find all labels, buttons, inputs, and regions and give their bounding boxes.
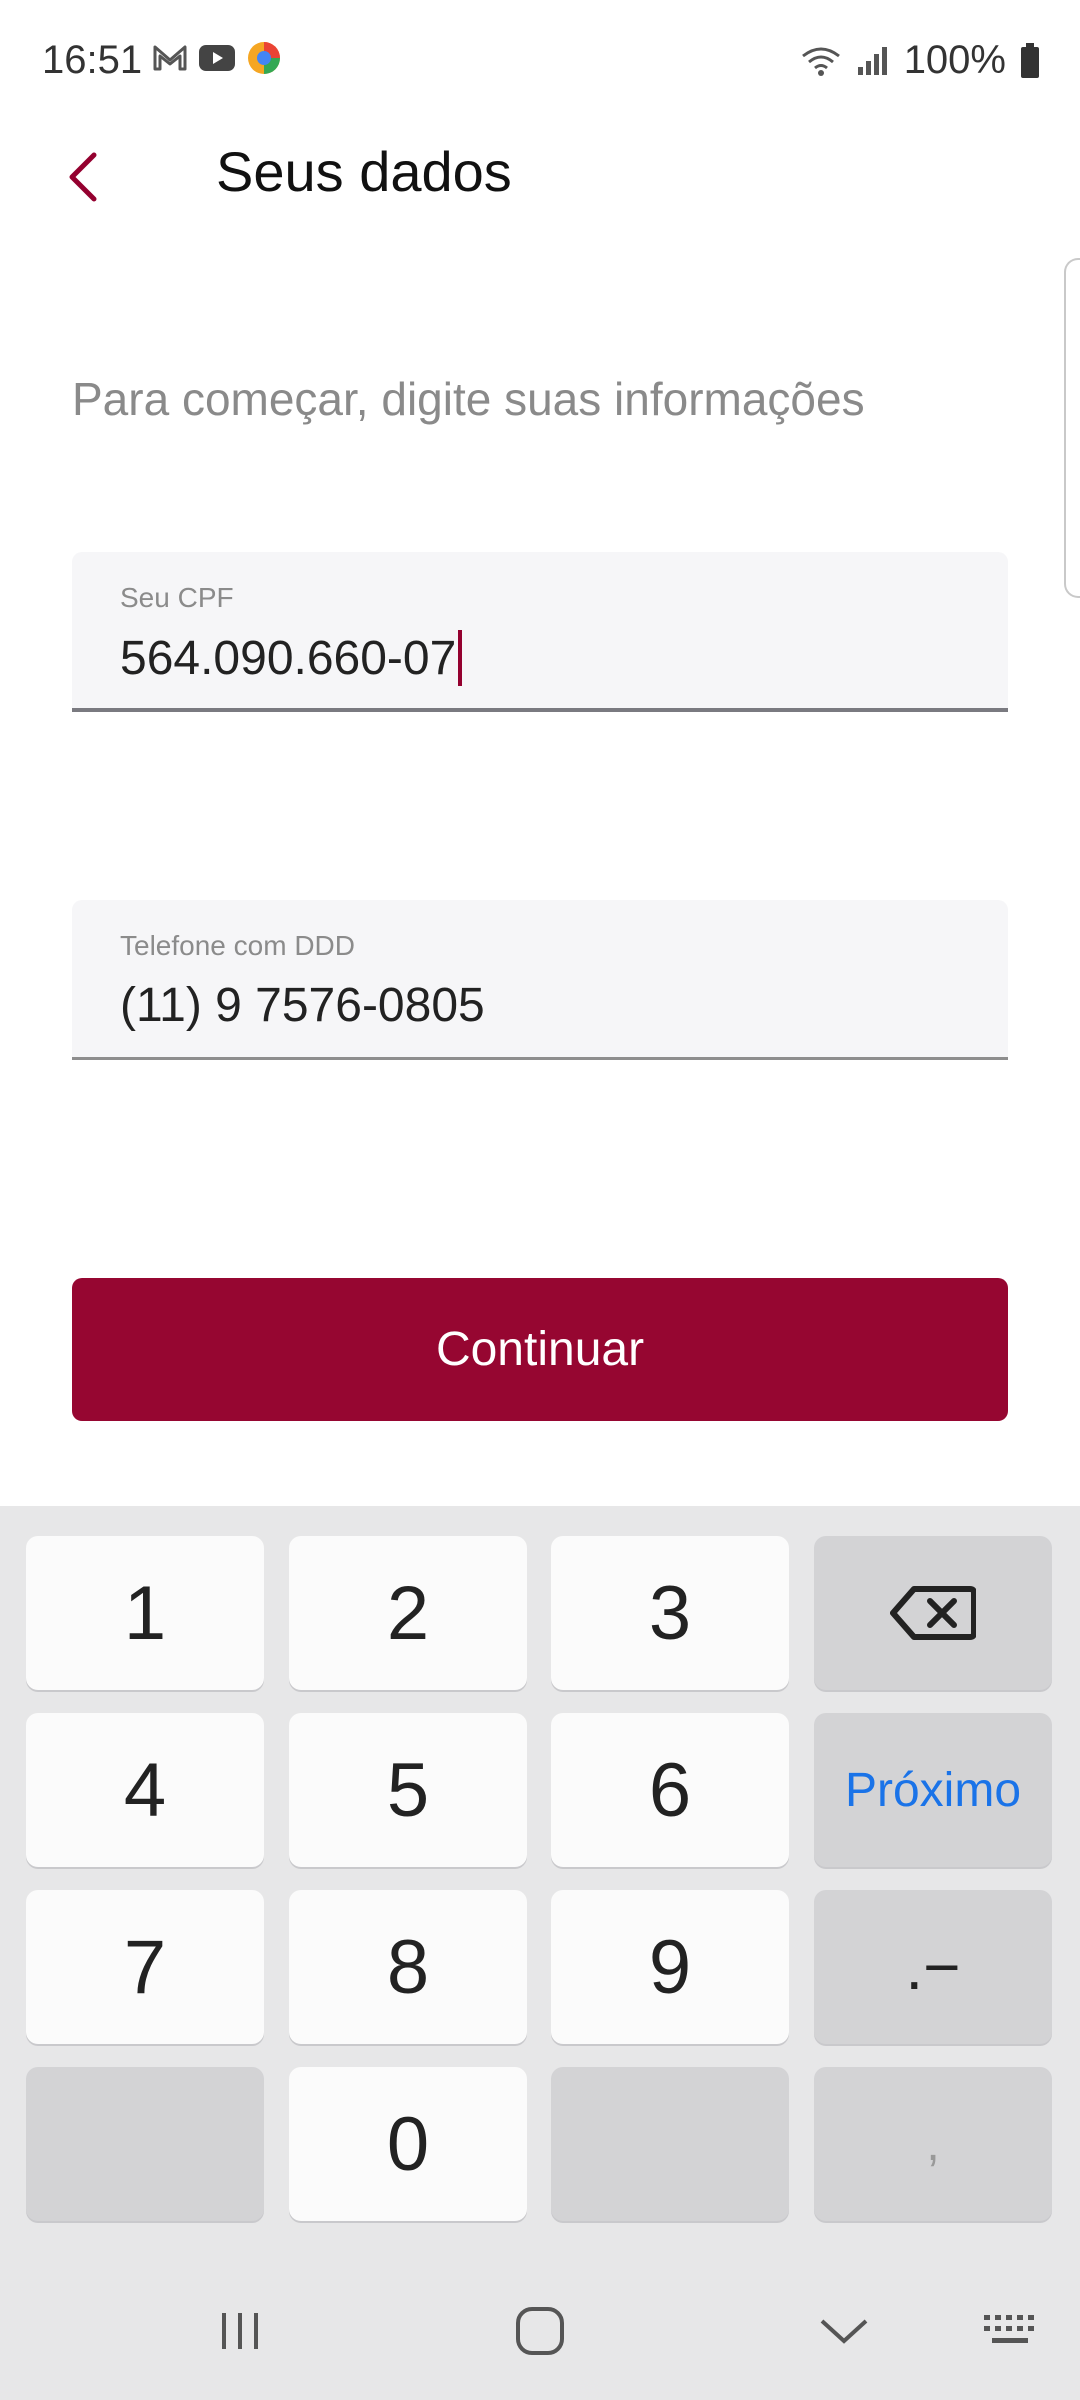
status-right: 100% xyxy=(800,38,1040,83)
key-6[interactable]: 6 xyxy=(551,1713,789,1867)
cpf-label: Seu CPF xyxy=(120,582,234,613)
recents-button[interactable] xyxy=(200,2296,280,2366)
empty-key-right xyxy=(551,2067,789,2221)
phone-field[interactable]: Telefone com DDD (11) 9 7576-0805 xyxy=(72,900,1008,1060)
key-8[interactable]: 8 xyxy=(289,1890,527,2044)
text-caret xyxy=(458,630,463,686)
key-9[interactable]: 9 xyxy=(551,1890,789,2044)
cpf-input-value: 564.090.660-07 xyxy=(120,631,457,685)
back-button[interactable] xyxy=(50,145,114,209)
punctuation-key[interactable]: .− xyxy=(814,1890,1052,2044)
gmail-icon xyxy=(153,45,187,71)
cpf-value-wrap: 564.090.660-07 xyxy=(120,630,463,686)
cpf-field[interactable]: Seu CPF 564.090.660-07 xyxy=(72,552,1008,712)
backspace-icon xyxy=(890,1586,976,1640)
next-key-label: Próximo xyxy=(844,1763,1022,1817)
app-bar: Seus dados xyxy=(0,125,1080,225)
chevron-left-icon xyxy=(69,152,97,202)
navigation-bar xyxy=(0,2266,1080,2400)
home-button[interactable] xyxy=(500,2296,580,2366)
phone-label: Telefone com DDD xyxy=(120,930,355,961)
wifi-icon xyxy=(801,47,840,76)
cpf-underline xyxy=(72,708,1008,712)
hide-keyboard-button[interactable] xyxy=(804,2296,884,2366)
keyboard-switch-button[interactable] xyxy=(970,2296,1050,2366)
key-3[interactable]: 3 xyxy=(551,1536,789,1690)
battery-icon xyxy=(1021,42,1039,78)
continue-button[interactable]: Continuar xyxy=(72,1278,1008,1421)
youtube-icon xyxy=(199,45,235,71)
scroll-indicator xyxy=(1064,258,1080,598)
backspace-key[interactable] xyxy=(814,1536,1052,1690)
battery-percent: 100% xyxy=(903,38,1006,82)
form-subtitle: Para começar, digite suas informações xyxy=(72,373,865,425)
phone-input-value: (11) 9 7576-0805 xyxy=(120,979,485,1032)
comma-key[interactable]: , xyxy=(814,2067,1052,2221)
key-7[interactable]: 7 xyxy=(26,1890,264,2044)
page-title: Seus dados xyxy=(216,140,512,203)
home-icon xyxy=(516,2307,564,2355)
next-key[interactable]: Próximo xyxy=(814,1713,1052,1867)
phone-underline xyxy=(72,1057,1008,1060)
signal-icon xyxy=(857,46,887,75)
key-5[interactable]: 5 xyxy=(289,1713,527,1867)
chevron-down-icon xyxy=(820,2319,868,2344)
empty-key-left xyxy=(26,2067,264,2221)
app-icon xyxy=(248,42,280,74)
key-0[interactable]: 0 xyxy=(289,2067,527,2221)
status-bar: 16:51 100% xyxy=(0,0,1080,125)
key-1[interactable]: 1 xyxy=(26,1536,264,1690)
key-2[interactable]: 2 xyxy=(289,1536,527,1690)
recents-icon xyxy=(222,2313,258,2349)
status-time: 16:51 xyxy=(42,38,143,82)
keyboard-icon xyxy=(984,2315,1034,2343)
status-left-icons xyxy=(152,40,282,76)
key-4[interactable]: 4 xyxy=(26,1713,264,1867)
